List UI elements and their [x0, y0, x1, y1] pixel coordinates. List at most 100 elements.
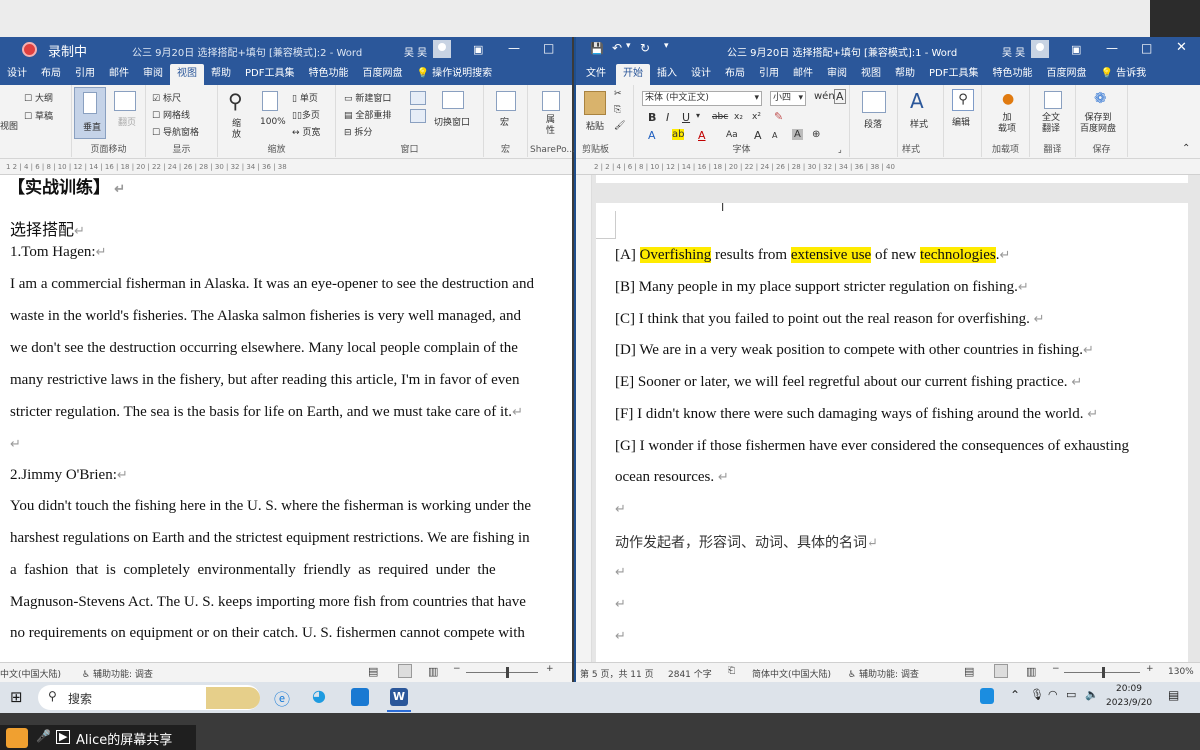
ribbon-display-icon[interactable]: ▣: [1071, 43, 1081, 56]
tab-design[interactable]: 设计: [0, 64, 34, 85]
maximize-icon[interactable]: □: [1141, 41, 1152, 55]
battery-icon[interactable]: ▭: [1066, 688, 1076, 701]
web-layout-icon[interactable]: ▥: [428, 665, 438, 678]
subscript-icon[interactable]: x₂: [734, 112, 743, 122]
left-language[interactable]: 中文(中国大陆): [0, 667, 61, 680]
shrink-font-icon[interactable]: A: [772, 131, 777, 140]
clear-format-icon[interactable]: ✎: [774, 110, 783, 123]
switch-window-button[interactable]: 切换窗口: [434, 115, 470, 128]
enclose-char-icon[interactable]: ⊕: [812, 129, 820, 140]
zoom-slider-thumb[interactable]: [1102, 667, 1105, 678]
zoom-out-icon[interactable]: −: [453, 664, 461, 674]
ribbon-display-icon[interactable]: ▣: [473, 43, 483, 56]
char-shading-icon[interactable]: A: [792, 129, 803, 140]
tab-view[interactable]: 视图: [170, 64, 204, 85]
translate-button[interactable]: 全文 翻译: [1042, 113, 1060, 135]
tab-design[interactable]: 设计: [684, 64, 718, 85]
right-document-page[interactable]: I [A] Overfishing results from extensive…: [596, 201, 1188, 662]
save-baidu-button[interactable]: 保存到 百度网盘: [1080, 113, 1116, 135]
split-button[interactable]: ⊟ 拆分: [344, 125, 372, 138]
paste-icon[interactable]: [584, 91, 606, 115]
change-case-icon[interactable]: Aa: [726, 130, 738, 140]
redo-icon[interactable]: ↻: [640, 41, 650, 55]
proofing-icon[interactable]: ⎗: [728, 666, 735, 676]
grow-font-icon[interactable]: A: [754, 129, 762, 142]
customize-qat-icon[interactable]: ▾: [664, 41, 669, 51]
read-mode-icon[interactable]: ▤: [368, 665, 378, 678]
tab-mailings[interactable]: 邮件: [102, 64, 136, 85]
volume-icon[interactable]: 🔈: [1085, 688, 1099, 701]
styles-button[interactable]: 样式: [910, 117, 928, 130]
ie-browser-icon[interactable]: ⓔ: [274, 686, 290, 710]
tab-references[interactable]: 引用: [752, 64, 786, 85]
font-size-select[interactable]: 小四 ▾: [770, 91, 806, 106]
nav-pane-checkbox[interactable]: ☐ 导航窗格: [152, 125, 199, 138]
left-avatar[interactable]: [433, 40, 451, 58]
left-ruler[interactable]: 1 2 | 4 | 6 | 8 | 10 | 12 | 14 | 16 | 18…: [0, 159, 572, 175]
tray-expand-icon[interactable]: ⌃: [1010, 688, 1020, 702]
vertical-ruler[interactable]: [576, 175, 592, 662]
page-indicator[interactable]: 第 5 页，共 11 页: [580, 667, 654, 680]
word-app-icon[interactable]: W: [390, 688, 408, 706]
minimize-icon[interactable]: —: [508, 41, 520, 55]
side-by-side-icon[interactable]: [410, 91, 426, 105]
pinyin-icon[interactable]: wén: [814, 91, 835, 102]
text-effect-icon[interactable]: A: [648, 129, 656, 142]
meeting-app-icon[interactable]: [351, 688, 369, 706]
copy-icon[interactable]: ⎘: [614, 105, 621, 115]
outline-view-button[interactable]: ☐ 大纲: [24, 91, 53, 104]
tab-baidu[interactable]: 百度网盘: [1039, 64, 1093, 85]
word-count[interactable]: 2841 个字: [668, 667, 712, 680]
print-layout-icon[interactable]: [398, 664, 412, 678]
read-mode-icon[interactable]: ▤: [964, 665, 974, 678]
tab-view[interactable]: 视图: [854, 64, 888, 85]
highlight-icon[interactable]: ab: [672, 129, 685, 140]
edge-browser-icon[interactable]: ◕: [312, 686, 326, 705]
sync-scroll-icon[interactable]: [410, 109, 426, 123]
hundred-percent-button[interactable]: 100%: [260, 117, 286, 127]
paragraph-button[interactable]: 段落: [864, 117, 882, 130]
new-window-button[interactable]: ▭ 新建窗口: [344, 91, 391, 104]
cut-icon[interactable]: ✂: [614, 89, 622, 99]
gridlines-checkbox[interactable]: ☐ 网格线: [152, 108, 190, 121]
save-icon[interactable]: 💾: [590, 42, 604, 55]
addin-button[interactable]: 加 载项: [998, 113, 1016, 135]
zoom-button-label[interactable]: 缩放: [232, 119, 244, 141]
tab-help[interactable]: 帮助: [888, 64, 922, 85]
tab-features[interactable]: 特色功能: [985, 64, 1039, 85]
font-color-icon[interactable]: A: [698, 129, 706, 142]
zoom-magnifier-icon[interactable]: ⚲: [228, 89, 243, 113]
tab-references[interactable]: 引用: [68, 64, 102, 85]
underline-icon[interactable]: U: [682, 111, 690, 124]
format-painter-icon[interactable]: 🖌: [614, 121, 625, 131]
zoom-slider-track[interactable]: [466, 672, 538, 673]
macro-button[interactable]: 宏: [500, 115, 509, 128]
font-name-select[interactable]: 宋体 (中文正文) ▾: [642, 91, 762, 106]
side-to-side-button[interactable]: 翻页: [110, 89, 140, 137]
superscript-icon[interactable]: x²: [752, 112, 761, 122]
zoom-in-icon[interactable]: +: [1146, 664, 1154, 674]
collapse-ribbon-icon[interactable]: ⌃: [1182, 143, 1190, 154]
undo-dropdown-icon[interactable]: ▾: [626, 41, 631, 51]
minimize-icon[interactable]: —: [1106, 41, 1118, 55]
tab-review[interactable]: 审阅: [136, 64, 170, 85]
right-avatar[interactable]: [1031, 40, 1049, 58]
web-layout-icon[interactable]: ▥: [1026, 665, 1036, 678]
tray-app-icon[interactable]: [980, 688, 994, 704]
editing-button[interactable]: 编辑: [952, 115, 970, 128]
undo-icon[interactable]: ↶: [612, 41, 622, 55]
clock-time[interactable]: 20:09: [1116, 684, 1142, 694]
tab-baidu[interactable]: 百度网盘: [355, 64, 409, 85]
arrange-all-button[interactable]: ▤ 全部重排: [344, 108, 391, 121]
vertical-button[interactable]: 垂直: [74, 87, 106, 139]
right-ruler[interactable]: 2 | 2 | 4 | 6 | 8 | 10 | 12 | 14 | 16 | …: [576, 159, 1200, 175]
bold-icon[interactable]: B: [648, 111, 656, 124]
paste-button[interactable]: 粘贴: [586, 119, 604, 132]
taskbar-search-box[interactable]: ⚲ 搜索: [38, 685, 260, 710]
notification-icon[interactable]: ▤: [1168, 688, 1179, 702]
wifi-icon[interactable]: ◠: [1048, 688, 1058, 701]
tab-home[interactable]: 开始: [616, 64, 650, 85]
tab-layout[interactable]: 布局: [34, 64, 68, 85]
right-user-name[interactable]: 吴 吴: [1002, 44, 1025, 59]
left-document[interactable]: 【实战训练】 ↵ 选择搭配↵ 1.Tom Hagen:↵ I am a comm…: [0, 175, 572, 662]
